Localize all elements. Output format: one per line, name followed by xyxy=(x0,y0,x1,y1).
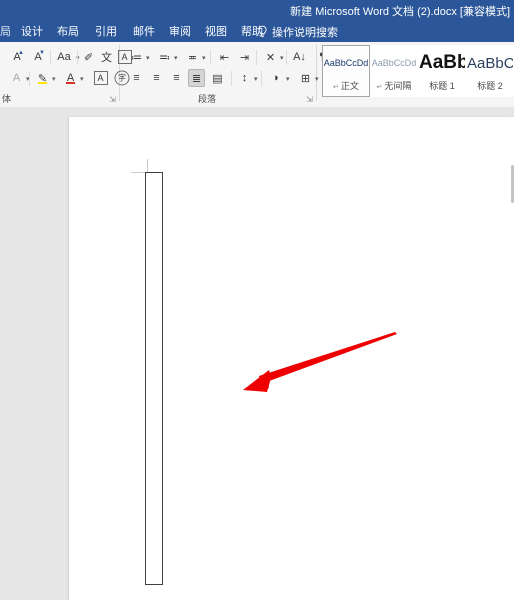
para-divider-4 xyxy=(231,71,232,86)
style-normal[interactable]: AaBbCcDd ↵ 正文 xyxy=(322,45,370,97)
multilevel-list-icon: ≖ xyxy=(187,51,198,64)
ribbon-tab-3[interactable]: 引用 xyxy=(95,24,117,40)
style-heading-2[interactable]: AaBbC 标题 2 xyxy=(466,45,514,97)
ribbon-tab-0[interactable]: 局 xyxy=(0,24,11,40)
para-divider-1 xyxy=(210,50,211,65)
text-cursor-mark xyxy=(147,159,148,172)
line-spacing-button-chevron-down-icon[interactable]: ▾ xyxy=(254,76,258,83)
sort-icon: A↓ xyxy=(293,51,306,63)
line-spacing-icon: ↕ xyxy=(241,72,248,84)
para-divider-2 xyxy=(256,50,257,65)
style-no-spacing-paragraph-mark-icon: ↵ xyxy=(376,84,383,91)
shading-icon: ◗ xyxy=(273,72,280,84)
distribute-icon: ▤ xyxy=(212,72,223,85)
align-right-icon: ≡ xyxy=(173,72,180,84)
styles-gallery: AaBbCcDd ↵ 正文 AaBbCcDd ↵ 无间隔 AaBb 标题 1 AaBbC 标题 2 xyxy=(322,45,514,99)
style-no-spacing[interactable]: AaBbCcDd ↵ 无间隔 xyxy=(370,45,418,97)
red-annotation-arrow xyxy=(243,332,397,392)
decrease-indent-button[interactable]: ⇤ xyxy=(216,48,233,66)
para-divider-5 xyxy=(261,71,262,86)
align-left-button[interactable]: ≡ xyxy=(128,69,145,87)
para-divider-3 xyxy=(286,50,287,65)
style-normal-preview: AaBbCcDd xyxy=(323,58,369,68)
style-normal-paragraph-mark-icon: ↵ xyxy=(333,84,339,91)
style-heading-1[interactable]: AaBb 标题 1 xyxy=(418,45,466,97)
style-no-spacing-preview: AaBbCcDd xyxy=(371,58,417,68)
increase-indent-button[interactable]: ⇥ xyxy=(236,48,253,66)
narrow-rectangle-shape[interactable] xyxy=(145,172,163,585)
style-heading-2-preview: AaBbC xyxy=(467,55,513,72)
ribbon-tab-4[interactable]: 邮件 xyxy=(133,24,155,40)
document-title: 新建 Microsoft Word 文档 (2).docx [兼容模式] xyxy=(290,6,510,18)
group-label-paragraph: 段落 xyxy=(198,94,217,104)
ribbon-tab-6[interactable]: 视图 xyxy=(205,24,227,40)
paragraph-dialog-launcher[interactable]: ⇲ xyxy=(305,95,314,104)
style-heading-1-text: 标题 1 xyxy=(429,81,455,91)
numbered-list-icon: ≕ xyxy=(159,51,170,64)
borders-button[interactable]: ⊞ xyxy=(297,69,314,87)
style-normal-label: ↵ 正文 xyxy=(323,79,369,92)
document-canvas xyxy=(0,107,514,600)
multilevel-list-button[interactable]: ≖ xyxy=(184,48,201,66)
bullet-list-icon: ≔ xyxy=(131,51,142,64)
align-center-icon: ≡ xyxy=(153,72,160,84)
sort-button[interactable]: A↓ xyxy=(291,48,308,66)
multilevel-list-button-chevron-down-icon[interactable]: ▾ xyxy=(202,55,206,62)
numbered-list-button-chevron-down-icon[interactable]: ▾ xyxy=(174,55,178,62)
bullet-list-button-chevron-down-icon[interactable]: ▾ xyxy=(146,55,150,62)
ribbon-tab-5[interactable]: 审阅 xyxy=(169,24,191,40)
align-center-button[interactable]: ≡ xyxy=(148,69,165,87)
shading-button[interactable]: ◗ xyxy=(268,69,285,87)
lightbulb-icon xyxy=(258,25,267,38)
numbered-list-button[interactable]: ≕ xyxy=(156,48,173,66)
east-asian-layout-button[interactable]: ✕ xyxy=(262,48,279,66)
ribbon-group-paragraph: ≔▾≕▾≖▾⇤⇥✕▾A↓¶ ≡≡≡≣▤↕▾◗▾⊞▾ 段落 ⇲ xyxy=(0,42,325,106)
word-window: 新建 Microsoft Word 文档 (2).docx [兼容模式] 局设计… xyxy=(0,0,514,600)
distribute-button[interactable]: ▤ xyxy=(209,69,226,87)
style-heading-1-preview: AaBb xyxy=(419,52,465,73)
line-spacing-button[interactable]: ↕ xyxy=(236,69,253,87)
justify-button[interactable]: ≣ xyxy=(188,69,205,87)
document-page[interactable] xyxy=(69,117,514,600)
shading-button-chevron-down-icon[interactable]: ▾ xyxy=(286,76,290,83)
ribbon-tab-strip: 局设计 布局 引用 邮件 审阅 视图 帮助 操作说明搜索 xyxy=(0,22,514,42)
title-bar: 新建 Microsoft Word 文档 (2).docx [兼容模式] xyxy=(0,0,514,22)
style-no-spacing-text: 无间隔 xyxy=(384,81,412,91)
east-asian-layout-button-chevron-down-icon[interactable]: ▾ xyxy=(280,55,284,62)
justify-icon: ≣ xyxy=(191,72,202,85)
ribbon-tab-2[interactable]: 布局 xyxy=(57,24,79,40)
style-heading-2-text: 标题 2 xyxy=(477,81,503,91)
east-asian-layout-icon: ✕ xyxy=(265,51,276,64)
align-right-button[interactable]: ≡ xyxy=(168,69,185,87)
decrease-indent-icon: ⇤ xyxy=(219,51,230,64)
align-left-icon: ≡ xyxy=(133,72,140,84)
style-no-spacing-label: ↵ 无间隔 xyxy=(371,79,417,92)
bullet-list-button[interactable]: ≔ xyxy=(128,48,145,66)
style-normal-text: 正文 xyxy=(340,81,359,91)
style-heading-1-label: 标题 1 xyxy=(419,79,465,92)
borders-button-chevron-down-icon[interactable]: ▾ xyxy=(315,76,319,83)
tell-me-label[interactable]: 操作说明搜索 xyxy=(272,24,338,40)
style-heading-2-label: 标题 2 xyxy=(467,79,513,92)
increase-indent-icon: ⇥ xyxy=(239,51,250,64)
ribbon-tab-1[interactable]: 设计 xyxy=(21,24,43,40)
ribbon: A▲A▼Aa▾✐文A A▾✎▾A▾A字 体 ⇲ ≔▾≕▾≖▾⇤⇥✕▾A↓¶ ≡≡… xyxy=(0,42,514,108)
borders-icon: ⊞ xyxy=(300,72,311,85)
